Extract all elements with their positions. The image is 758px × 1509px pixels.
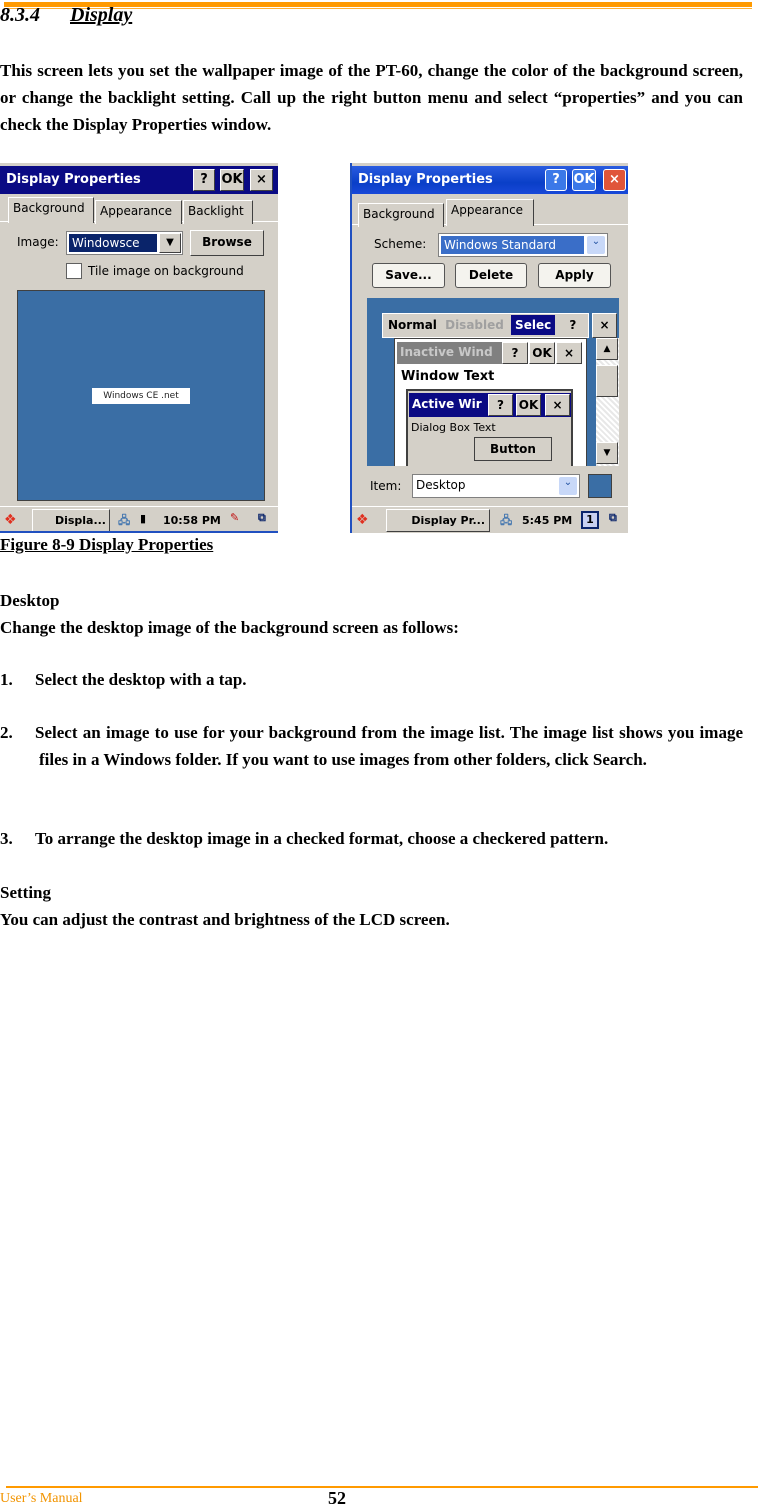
inactive-title: Inactive Wind bbox=[397, 342, 502, 364]
step-text: To arrange the desktop image in a checke… bbox=[35, 829, 609, 848]
desktop-icon[interactable]: ⧉ bbox=[609, 511, 617, 525]
setting-heading: Setting bbox=[0, 883, 51, 902]
help-button[interactable]: ? bbox=[193, 169, 215, 191]
footer-label: User’s Manual bbox=[0, 1491, 83, 1506]
taskbar-app-button[interactable]: Display Pr... bbox=[386, 509, 490, 532]
desktop-icon[interactable]: ⧉ bbox=[258, 511, 266, 525]
active-close: × bbox=[545, 394, 570, 416]
section-number: 8.3.4 bbox=[0, 4, 40, 26]
clock: 10:58 PM bbox=[163, 514, 221, 527]
ok-button[interactable]: OK bbox=[572, 169, 596, 191]
clock: 5:45 PM bbox=[522, 514, 573, 527]
menu-help: ? bbox=[569, 318, 577, 332]
battery-icon: ▮ bbox=[140, 512, 147, 525]
dialog-text: Dialog Box Text bbox=[411, 421, 496, 434]
section-heading: 8.3.4 Display bbox=[0, 4, 132, 27]
scroll-thumb bbox=[596, 365, 618, 397]
taskbar: ❖ Display Pr... 🖧 5:45 PM 1 ⧉ bbox=[352, 506, 628, 533]
tab-backlight[interactable]: Backlight bbox=[183, 200, 253, 224]
setting-text: You can adjust the contrast and brightne… bbox=[0, 910, 450, 929]
active-help: ? bbox=[488, 394, 513, 416]
input-panel-icon[interactable]: ✎ bbox=[230, 511, 239, 524]
image-label: Image: bbox=[17, 235, 59, 249]
image-select[interactable]: Windowsce ▼ bbox=[66, 231, 183, 255]
color-swatch-button[interactable] bbox=[588, 474, 612, 498]
start-icon[interactable]: ❖ bbox=[4, 512, 17, 528]
step-2: 2. Select an image to use for your backgr… bbox=[0, 720, 743, 773]
wallpaper-preview: Windows CE .net bbox=[17, 290, 265, 501]
screenshot-appearance-tab: Display Properties ? OK × Background App… bbox=[350, 163, 628, 533]
taskbar: ❖ Displa... 🖧 ▮ 10:58 PM ✎ ⧉ bbox=[0, 506, 278, 533]
tab-appearance[interactable]: Appearance bbox=[446, 199, 534, 226]
intro-paragraph: This screen lets you set the wallpaper i… bbox=[0, 61, 743, 134]
help-button[interactable]: ? bbox=[545, 169, 567, 191]
chevron-down-icon[interactable]: ⌄ bbox=[559, 477, 577, 495]
network-icon: 🖧 bbox=[118, 514, 131, 527]
scroll-up-icon: ▲ bbox=[596, 338, 618, 360]
dropdown-arrow-icon[interactable]: ▼ bbox=[159, 233, 181, 253]
preview-button: Button bbox=[474, 437, 552, 461]
inactive-help: ? bbox=[502, 342, 528, 364]
apply-button[interactable]: Apply bbox=[538, 263, 611, 288]
step-3: 3. To arrange the desktop image in a chec… bbox=[0, 826, 743, 853]
scheme-label: Scheme: bbox=[374, 237, 427, 251]
step-1: 1. Select the desktop with a tap. bbox=[0, 667, 743, 694]
close-button[interactable]: × bbox=[603, 169, 626, 191]
step-number: 2. bbox=[0, 723, 13, 742]
desktop-heading: Desktop bbox=[0, 591, 60, 610]
inactive-ok: OK bbox=[529, 342, 555, 364]
screenshot-background-tab: Display Properties ? OK × Background App… bbox=[0, 163, 278, 533]
ok-button[interactable]: OK bbox=[220, 169, 244, 191]
step-text: Select an image to use for your backgrou… bbox=[35, 723, 743, 769]
start-icon[interactable]: ❖ bbox=[356, 512, 369, 528]
taskbar-app-button[interactable]: Displa... bbox=[32, 509, 110, 532]
section-title: Display bbox=[70, 4, 133, 26]
scroll-down-icon: ▼ bbox=[596, 442, 618, 464]
browse-button[interactable]: Browse bbox=[190, 230, 264, 256]
menu-normal: Normal bbox=[388, 318, 437, 332]
menu-selected: Selec bbox=[511, 315, 556, 335]
menu-preview: Normal Disabled Selec ? bbox=[382, 313, 589, 338]
active-ok: OK bbox=[516, 394, 541, 416]
save-button[interactable]: Save... bbox=[372, 263, 445, 288]
item-label: Item: bbox=[370, 479, 402, 493]
window-text: Window Text bbox=[401, 369, 495, 384]
delete-button[interactable]: Delete bbox=[455, 263, 527, 288]
close-button[interactable]: × bbox=[250, 169, 273, 191]
step-number: 1. bbox=[0, 670, 13, 689]
scheme-select[interactable]: Windows Standard ⌄ bbox=[438, 233, 608, 257]
windows-ce-logo: Windows CE .net bbox=[92, 388, 190, 404]
tab-appearance[interactable]: Appearance bbox=[95, 200, 182, 224]
scrollbar: ▲ ▼ bbox=[596, 338, 619, 466]
tab-background[interactable]: Background bbox=[358, 203, 444, 227]
tile-label: Tile image on background bbox=[88, 264, 244, 278]
tile-checkbox[interactable] bbox=[66, 263, 82, 279]
item-select[interactable]: Desktop ⌄ bbox=[412, 474, 580, 498]
tab-background[interactable]: Background bbox=[8, 197, 94, 223]
active-window-preview: Active Wir ? OK × Dialog Box Text Button bbox=[406, 389, 573, 466]
image-value: Windowsce bbox=[69, 234, 157, 252]
chevron-down-icon[interactable]: ⌄ bbox=[587, 236, 605, 254]
figure-caption: Figure 8-9 Display Properties bbox=[0, 535, 214, 554]
step-number: 3. bbox=[0, 829, 13, 848]
scheme-value: Windows Standard bbox=[441, 236, 584, 254]
inactive-close: × bbox=[556, 342, 582, 364]
preview-close: × bbox=[592, 313, 617, 338]
appearance-preview: Normal Disabled Selec ? × Inactive Wind … bbox=[367, 298, 619, 466]
inactive-window-preview: Inactive Wind ? OK × Window Text Active … bbox=[394, 338, 587, 466]
page-number: 52 bbox=[328, 1488, 346, 1508]
network-icon: 🖧 bbox=[500, 514, 513, 527]
item-value: Desktop bbox=[416, 478, 466, 492]
footer-rule bbox=[6, 1486, 758, 1488]
input-indicator[interactable]: 1 bbox=[581, 511, 599, 529]
menu-disabled: Disabled bbox=[445, 318, 504, 332]
step-text: Select the desktop with a tap. bbox=[35, 670, 247, 689]
desktop-text: Change the desktop image of the backgrou… bbox=[0, 618, 459, 637]
